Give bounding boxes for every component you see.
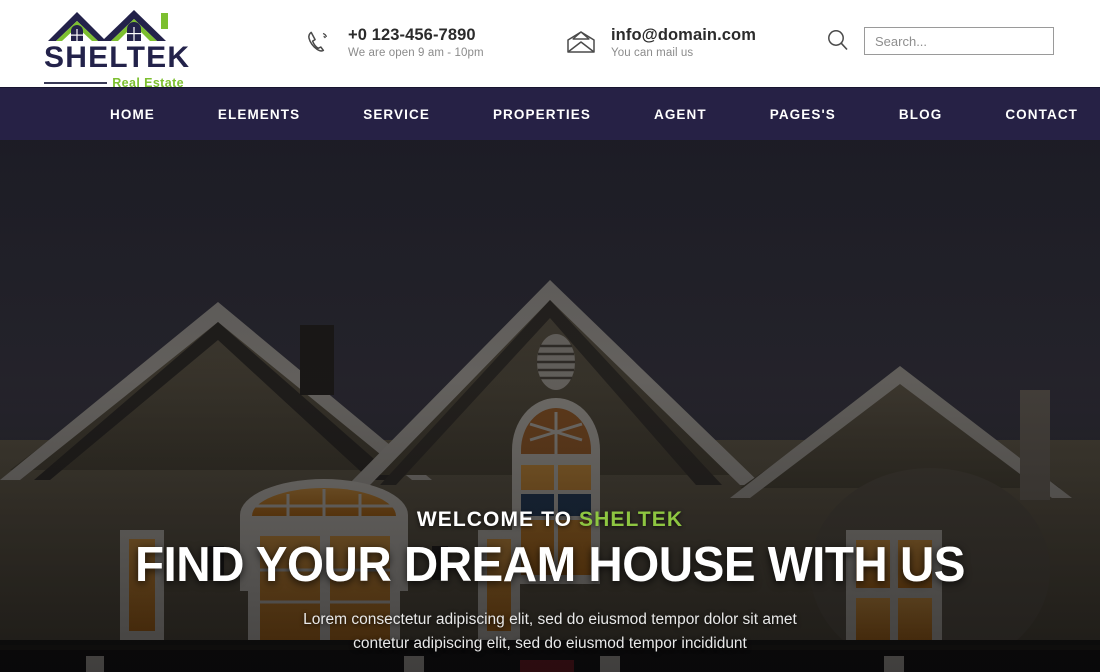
envelope-icon xyxy=(563,22,599,62)
house-roofs-icon xyxy=(48,9,168,41)
search-icon[interactable] xyxy=(822,25,854,57)
hero-title: FIND YOUR DREAM HOUSE WITH US xyxy=(134,538,966,592)
email-address: info@domain.com xyxy=(611,25,757,44)
nav-item-home[interactable]: HOME xyxy=(110,107,155,122)
hero-subtitle: Lorem consectetur adipiscing elit, sed d… xyxy=(0,608,1100,656)
main-navigation: HOME ELEMENTS SERVICE PROPERTIES AGENT P… xyxy=(0,87,1100,140)
logo-divider xyxy=(44,81,108,84)
header-email-block[interactable]: info@domain.com You can mail us xyxy=(563,22,756,62)
nav-item-pagess[interactable]: PAGES'S xyxy=(770,107,836,122)
hero-subtitle-line-2: contetur adipiscing elit, sed do eiusmod… xyxy=(353,635,747,653)
site-logo[interactable]: SHELTEK Real Estate xyxy=(44,8,191,90)
hero-welcome-prefix: WELCOME TO xyxy=(416,508,580,531)
search-input[interactable] xyxy=(864,27,1054,55)
hero-subtitle-line-1: Lorem consectetur adipiscing elit, sed d… xyxy=(303,611,797,629)
logo-wordmark: SHELTEK xyxy=(44,40,191,74)
header-phone-block[interactable]: +0 123-456-7890 We are open 9 am - 10pm xyxy=(300,22,484,62)
nav-item-agent[interactable]: AGENT xyxy=(654,107,707,122)
nav-item-contact[interactable]: CONTACT xyxy=(1005,107,1078,122)
email-note: You can mail us xyxy=(611,47,694,60)
hero-section: WELCOME TO SHELTEK FIND YOUR DREAM HOUSE… xyxy=(0,140,1100,672)
hero-brand-name: SHELTEK xyxy=(579,508,684,531)
phone-hours: We are open 9 am - 10pm xyxy=(348,47,484,60)
hero-welcome-line: WELCOME TO SHELTEK xyxy=(0,508,1100,532)
nav-item-blog[interactable]: BLOG xyxy=(899,107,942,122)
nav-item-service[interactable]: SERVICE xyxy=(363,107,430,122)
phone-icon xyxy=(300,22,336,62)
phone-number: +0 123-456-7890 xyxy=(348,25,476,44)
header-search xyxy=(822,25,1054,57)
logo-tagline: Real Estate xyxy=(112,75,184,90)
hero-content: WELCOME TO SHELTEK FIND YOUR DREAM HOUSE… xyxy=(0,508,1100,672)
nav-item-elements[interactable]: ELEMENTS xyxy=(218,107,300,122)
nav-item-properties[interactable]: PROPERTIES xyxy=(493,107,591,122)
nav-list: HOME ELEMENTS SERVICE PROPERTIES AGENT P… xyxy=(110,107,1078,122)
site-header: SHELTEK Real Estate +0 123-456-7890 We a… xyxy=(0,0,1100,90)
